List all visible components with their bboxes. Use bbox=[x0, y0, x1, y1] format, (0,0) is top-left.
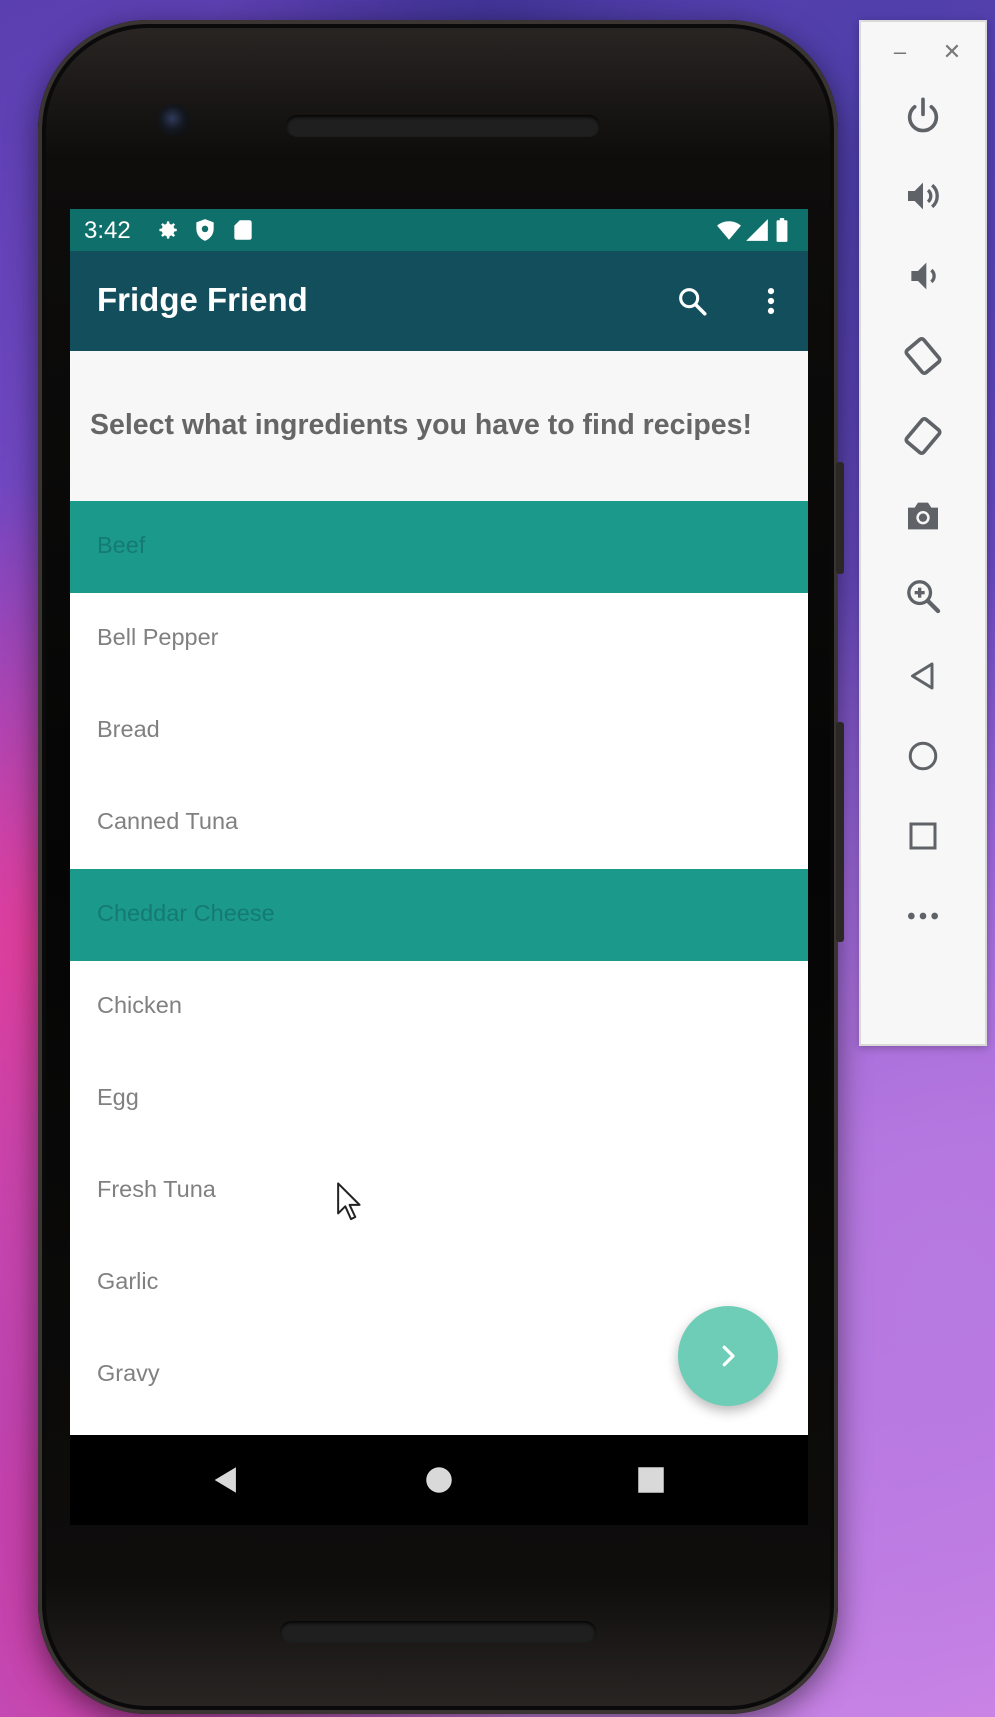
rotate-left-icon bbox=[904, 336, 942, 376]
ingredient-row-egg[interactable]: Egg bbox=[70, 1053, 808, 1145]
ingredient-row-cheddar-cheese[interactable]: Cheddar Cheese bbox=[70, 869, 808, 961]
emulator-back-button[interactable] bbox=[897, 650, 949, 702]
ingredient-row-bell-pepper[interactable]: Bell Pepper bbox=[70, 593, 808, 685]
overview-icon bbox=[909, 822, 937, 850]
nav-home-button[interactable] bbox=[414, 1455, 464, 1505]
ingredient-label: Chicken bbox=[97, 992, 182, 1018]
ingredient-label: Cheddar Cheese bbox=[97, 900, 275, 926]
close-icon: ✕ bbox=[942, 39, 962, 64]
ingredient-row-canned-tuna[interactable]: Canned Tuna bbox=[70, 777, 808, 869]
chevron-right-icon bbox=[722, 1345, 735, 1367]
shield-icon bbox=[196, 219, 214, 241]
instruction-header: Select what ingredients you have to find… bbox=[70, 351, 808, 501]
emulator-volume-down-button[interactable] bbox=[897, 250, 949, 302]
ingredient-label: Bread bbox=[97, 716, 160, 742]
recents-icon bbox=[638, 1467, 664, 1493]
search-button[interactable] bbox=[667, 276, 717, 326]
zoom-icon bbox=[907, 580, 941, 614]
emulator-rotate-right-button[interactable] bbox=[897, 410, 949, 462]
ingredient-list: Beef Bell Pepper Bread Canned Tuna Chedd… bbox=[70, 501, 808, 1421]
emulator-home-button[interactable] bbox=[897, 730, 949, 782]
rotate-right-icon bbox=[904, 416, 942, 456]
ingredient-label: Canned Tuna bbox=[97, 808, 239, 834]
wifi-icon bbox=[717, 221, 741, 240]
ingredient-label: Garlic bbox=[97, 1268, 159, 1294]
volume-down-icon bbox=[911, 262, 936, 290]
back-icon bbox=[911, 662, 934, 690]
emulator-rotate-left-button[interactable] bbox=[897, 330, 949, 382]
emulator-overview-button[interactable] bbox=[897, 810, 949, 862]
ingredient-label: Gravy bbox=[97, 1360, 160, 1386]
emulator-close-button[interactable]: ✕ bbox=[937, 39, 967, 64]
emulator-minimize-button[interactable]: – bbox=[885, 39, 915, 64]
android-nav-bar bbox=[70, 1435, 808, 1525]
instruction-text: Select what ingredients you have to find… bbox=[90, 409, 752, 441]
more-horiz-icon bbox=[908, 912, 938, 920]
home-icon bbox=[908, 741, 938, 771]
home-icon bbox=[426, 1467, 452, 1493]
cell-signal-icon bbox=[746, 219, 768, 241]
camera-icon bbox=[908, 502, 938, 530]
status-time: 3:42 bbox=[84, 217, 131, 244]
search-icon bbox=[679, 288, 707, 316]
battery-icon bbox=[776, 218, 788, 242]
ingredient-label: Egg bbox=[97, 1084, 139, 1110]
ingredient-row-bread[interactable]: Bread bbox=[70, 685, 808, 777]
phone-side-button-bottom bbox=[836, 722, 844, 942]
power-icon bbox=[907, 97, 939, 133]
emulator-control-panel: – ✕ bbox=[859, 20, 987, 1046]
gear-icon bbox=[159, 221, 177, 239]
overflow-menu-button[interactable] bbox=[746, 276, 796, 326]
app-toolbar: Fridge Friend bbox=[70, 251, 808, 351]
mouse-cursor-icon bbox=[337, 1182, 361, 1221]
app-title: Fridge Friend bbox=[97, 281, 308, 318]
ingredient-row-fresh-tuna[interactable]: Fresh Tuna bbox=[70, 1145, 808, 1237]
sd-card-icon bbox=[234, 220, 252, 240]
emulator-zoom-button[interactable] bbox=[897, 570, 949, 622]
back-icon bbox=[214, 1467, 236, 1493]
top-speaker bbox=[286, 115, 600, 137]
ingredient-label: Beef bbox=[97, 532, 146, 558]
emulator-volume-up-button[interactable] bbox=[897, 170, 949, 222]
front-camera bbox=[158, 104, 190, 136]
minimize-icon: – bbox=[893, 39, 907, 64]
nav-recents-button[interactable] bbox=[626, 1455, 676, 1505]
phone-side-button-top bbox=[836, 462, 844, 574]
nav-back-button[interactable] bbox=[201, 1455, 251, 1505]
device-screen: 3:42 Fridge Friend Select what ingredien… bbox=[70, 209, 808, 1435]
volume-up-icon bbox=[908, 182, 939, 210]
emulator-more-button[interactable] bbox=[897, 890, 949, 942]
emulator-screenshot-button[interactable] bbox=[897, 490, 949, 542]
ingredient-row-beef[interactable]: Beef bbox=[70, 501, 808, 593]
ingredient-row-chicken[interactable]: Chicken bbox=[70, 961, 808, 1053]
desktop-background: 3:42 Fridge Friend Select what ingredien… bbox=[0, 0, 995, 1717]
status-bar: 3:42 bbox=[70, 209, 808, 251]
bottom-speaker bbox=[280, 1621, 596, 1643]
emulator-power-button[interactable] bbox=[897, 90, 949, 142]
more-vert-icon bbox=[767, 287, 775, 315]
ingredient-label: Bell Pepper bbox=[97, 624, 219, 650]
ingredient-label: Fresh Tuna bbox=[97, 1176, 216, 1202]
find-recipes-fab[interactable] bbox=[678, 1306, 778, 1406]
